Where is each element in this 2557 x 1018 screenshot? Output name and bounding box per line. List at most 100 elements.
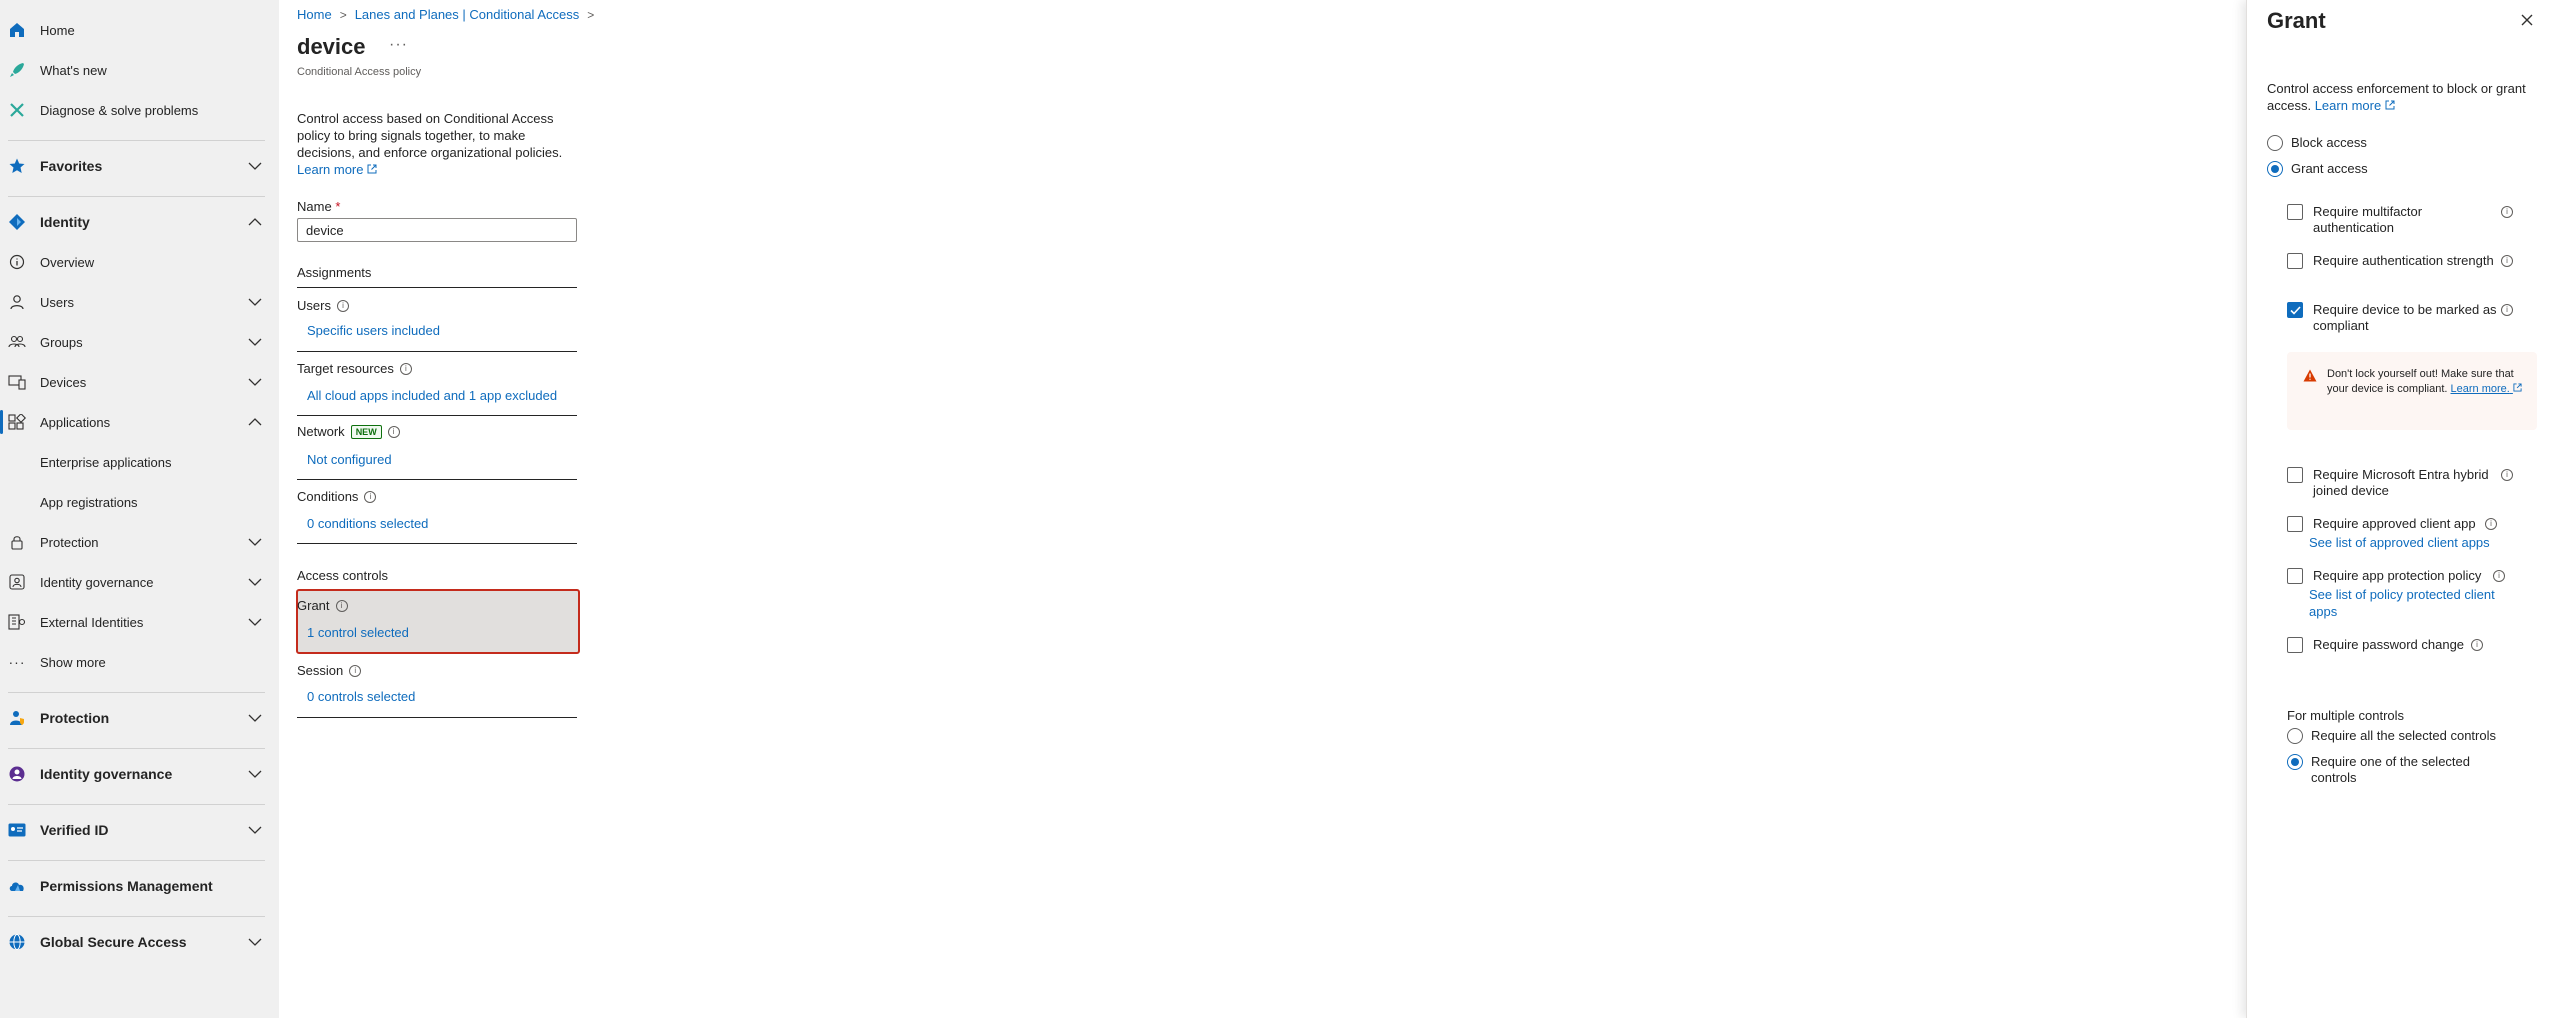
info-icon[interactable]: i (2501, 304, 2513, 316)
nav-diagnose[interactable]: Diagnose & solve problems (0, 94, 279, 126)
info-icon[interactable]: i (2501, 206, 2513, 218)
chevron-down-icon (248, 826, 262, 834)
chevron-right-icon: > (339, 8, 347, 22)
info-icon[interactable]: i (335, 599, 348, 612)
network-link[interactable]: Not configured (307, 452, 392, 467)
require-one-control-radio[interactable]: Require one of the selected controls (2287, 754, 2507, 786)
chevron-down-icon (248, 298, 262, 306)
nav-enterprise-applications[interactable]: Enterprise applications (0, 446, 279, 478)
info-icon[interactable]: i (2501, 469, 2513, 481)
radio-button-selected[interactable] (2287, 754, 2303, 770)
require-password-change-checkbox[interactable] (2287, 637, 2303, 653)
close-icon[interactable] (2517, 10, 2537, 30)
info-icon[interactable]: i (364, 490, 377, 503)
more-options-icon[interactable]: ··· (389, 36, 408, 54)
policy-name-input[interactable] (297, 218, 577, 242)
external-identities-icon (8, 613, 26, 631)
chevron-down-icon (248, 378, 262, 386)
radio-label: Require all the selected controls (2311, 728, 2496, 743)
users-row-label: Users i (297, 298, 349, 313)
identity-diamond-icon (8, 213, 26, 231)
radio-button[interactable] (2287, 728, 2303, 744)
nav-label: Permissions Management (40, 878, 213, 894)
checkbox-label: Require Microsoft Entra hybrid joined de… (2313, 467, 2489, 498)
breadcrumb-home[interactable]: Home (297, 7, 332, 22)
divider (8, 860, 265, 861)
divider (297, 287, 577, 288)
divider (8, 692, 265, 693)
protected-apps-list-link[interactable]: See list of policy protected client apps (2309, 586, 2509, 620)
nav-devices[interactable]: Devices (0, 366, 279, 398)
info-icon[interactable]: i (2493, 570, 2505, 582)
nav-verified-id[interactable]: Verified ID (0, 814, 279, 846)
learn-more-link[interactable]: Learn more (2315, 98, 2395, 113)
chevron-down-icon (248, 618, 262, 626)
nav-identity[interactable]: Identity (0, 206, 279, 238)
nav-external-identities[interactable]: External Identities (0, 606, 279, 638)
chevron-right-icon: > (587, 8, 595, 22)
conditions-link[interactable]: 0 conditions selected (307, 516, 428, 531)
require-mfa-checkbox[interactable] (2287, 204, 2303, 220)
grant-access-radio[interactable]: Grant access (2267, 161, 2368, 177)
chevron-down-icon (248, 162, 262, 170)
nav-show-more[interactable]: ··· Show more (0, 646, 279, 678)
divider (297, 479, 577, 480)
checkbox-label: Require device to be marked as compliant (2313, 302, 2497, 333)
nav-protection-section[interactable]: Protection (0, 702, 279, 734)
nav-label: Protection (40, 534, 99, 550)
nav-home[interactable]: Home (0, 14, 279, 46)
session-link[interactable]: 0 controls selected (307, 689, 415, 704)
nav-users[interactable]: Users (0, 286, 279, 318)
divider (297, 415, 577, 416)
nav-favorites[interactable]: Favorites (0, 150, 279, 182)
info-icon[interactable]: i (2471, 639, 2483, 651)
radio-button[interactable] (2267, 135, 2283, 151)
radio-button-selected[interactable] (2267, 161, 2283, 177)
wrench-icon (8, 101, 26, 119)
nav-label: Groups (40, 334, 83, 350)
require-approved-app-checkbox[interactable] (2287, 516, 2303, 532)
target-resources-link[interactable]: All cloud apps included and 1 app exclud… (307, 388, 557, 403)
nav-protection[interactable]: Protection (0, 526, 279, 558)
nav-permissions-management[interactable]: Permissions Management (0, 870, 279, 902)
nav-groups[interactable]: Groups (0, 326, 279, 358)
approved-apps-list-link[interactable]: See list of approved client apps (2309, 534, 2509, 551)
nav-identity-governance[interactable]: Identity governance (0, 566, 279, 598)
chevron-down-icon (248, 714, 262, 722)
nav-whats-new[interactable]: What's new (0, 54, 279, 86)
require-all-controls-radio[interactable]: Require all the selected controls (2287, 728, 2496, 744)
warning-learn-more-link[interactable]: Learn more. (2451, 383, 2522, 395)
info-icon[interactable]: i (2485, 518, 2497, 530)
checkbox-label: Require password change (2313, 637, 2465, 652)
nav-label: External Identities (40, 614, 144, 630)
nav-app-registrations[interactable]: App registrations (0, 486, 279, 518)
grant-link[interactable]: 1 control selected (307, 625, 409, 640)
info-icon[interactable]: i (387, 425, 400, 438)
users-selection-link[interactable]: Specific users included (307, 323, 440, 338)
nav-label: App registrations (40, 494, 138, 510)
learn-more-link[interactable]: Learn more (297, 162, 377, 177)
nav-overview[interactable]: Overview (0, 246, 279, 278)
multiple-controls-label: For multiple controls (2287, 708, 2405, 723)
chevron-down-icon (248, 770, 262, 778)
user-icon (8, 293, 26, 311)
nav-applications[interactable]: Applications (0, 406, 279, 438)
block-access-radio[interactable]: Block access (2267, 135, 2367, 151)
info-icon[interactable]: i (2501, 255, 2513, 267)
require-hybrid-joined-checkbox[interactable] (2287, 467, 2303, 483)
require-app-protection-checkbox[interactable] (2287, 568, 2303, 584)
divider (297, 351, 577, 352)
require-compliant-device-checkbox[interactable] (2287, 302, 2303, 318)
info-icon[interactable]: i (399, 362, 412, 375)
session-row-label: Session i (297, 663, 362, 678)
info-icon[interactable]: i (336, 299, 349, 312)
info-icon[interactable]: i (349, 664, 362, 677)
devices-icon (8, 373, 26, 391)
require-auth-strength-checkbox[interactable] (2287, 253, 2303, 269)
divider (8, 916, 265, 917)
nav-global-secure-access[interactable]: Global Secure Access (0, 926, 279, 958)
breadcrumb-conditional-access[interactable]: Lanes and Planes | Conditional Access (355, 7, 580, 22)
applications-icon (8, 413, 26, 431)
nav-label: Home (40, 22, 75, 38)
nav-identity-governance-section[interactable]: Identity governance (0, 758, 279, 790)
